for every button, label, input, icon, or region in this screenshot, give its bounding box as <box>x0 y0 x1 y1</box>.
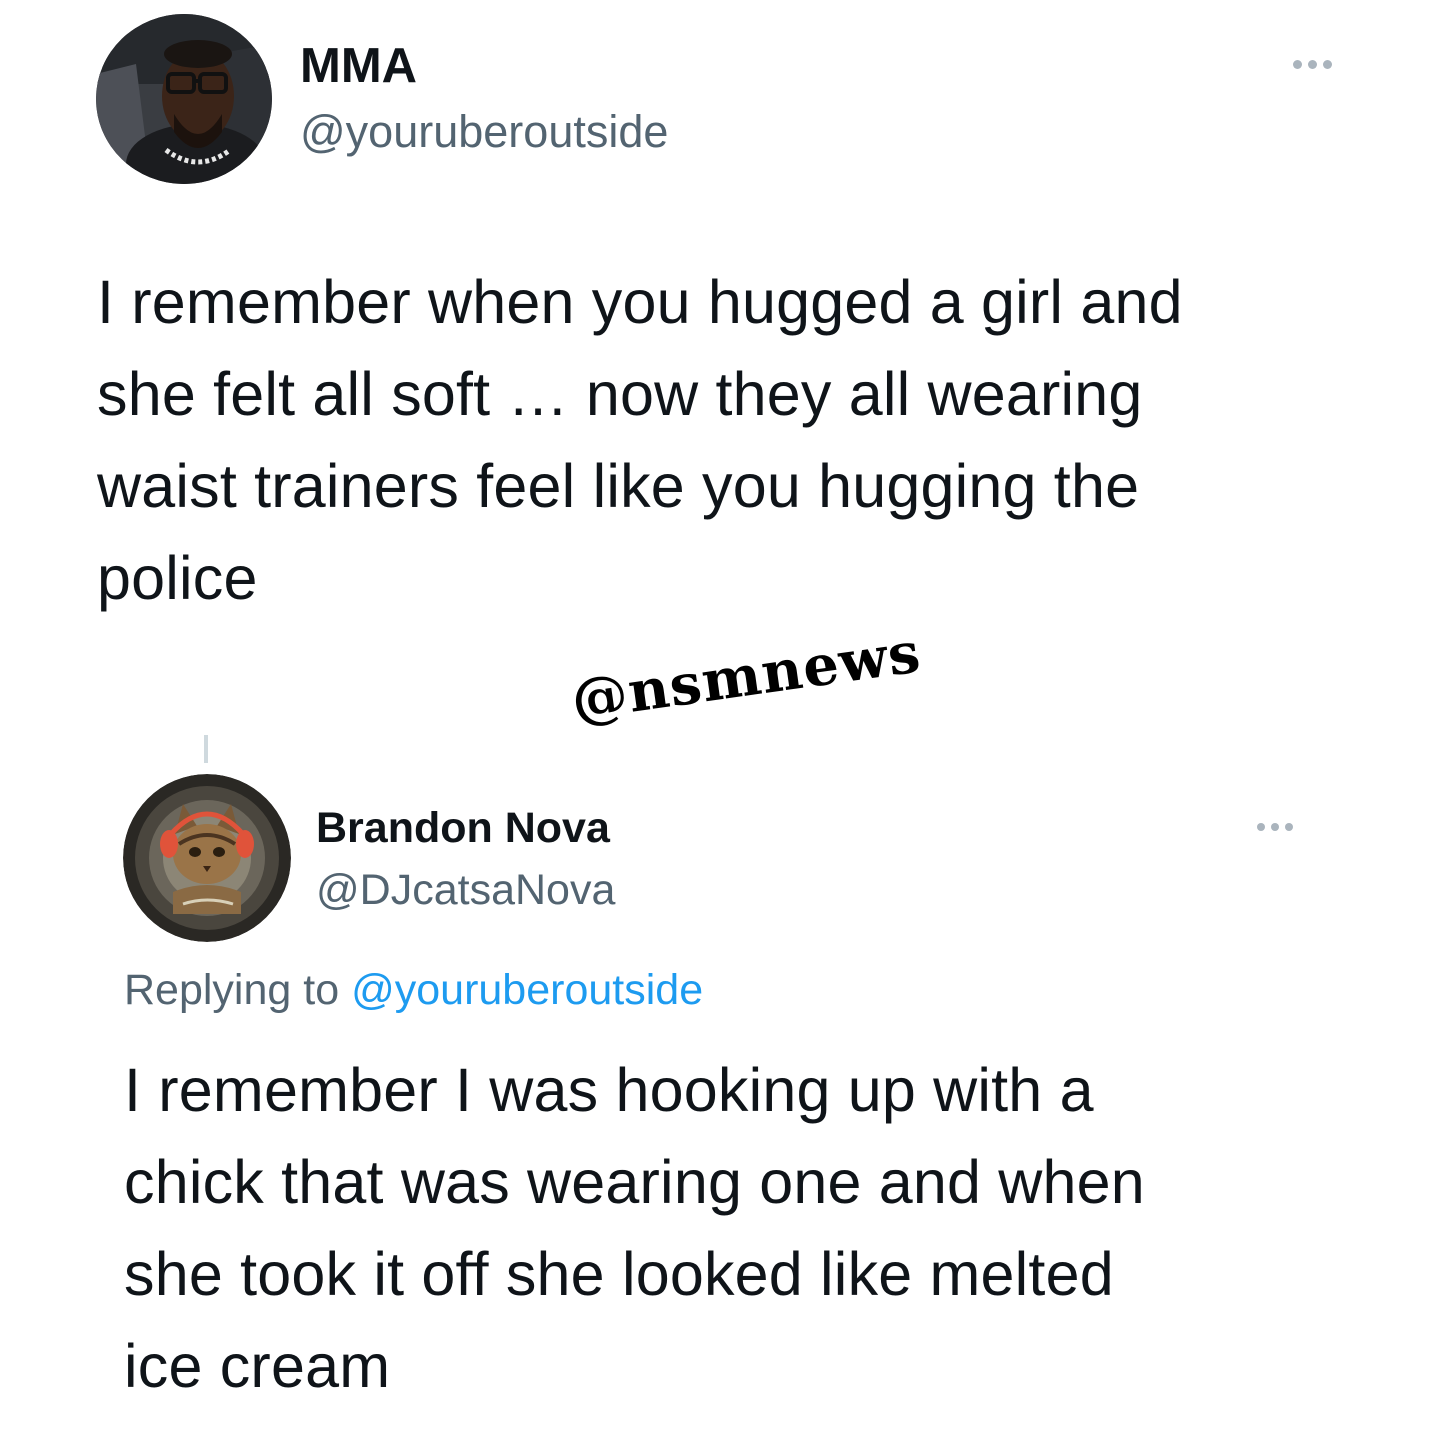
tweet-text-line: chick that was wearing one and when <box>124 1148 1145 1216</box>
tweet-text-line: police <box>97 544 258 612</box>
replying-to-label: Replying to <box>124 966 340 1014</box>
user-handle[interactable]: @youruberoutside <box>300 106 668 158</box>
replying-to-handle-link[interactable]: @youruberoutside <box>351 966 703 1014</box>
reply-tweet-text: I remember I was hooking up with a chick… <box>124 1044 1145 1412</box>
tweet-text-line: I remember when you hugged a girl and <box>97 268 1183 336</box>
profile-photo-icon[interactable] <box>96 14 272 184</box>
watermark: @nsmnews <box>567 619 925 734</box>
dot-icon <box>1285 823 1293 831</box>
dot-icon <box>1271 823 1279 831</box>
tweet-text-line: I remember I was hooking up with a <box>124 1056 1094 1124</box>
more-horizontal-icon[interactable] <box>1257 823 1293 831</box>
user-handle[interactable]: @DJcatsaNova <box>316 866 615 915</box>
more-horizontal-icon[interactable] <box>1293 60 1332 69</box>
tweet-text-line: waist trainers feel like you hugging the <box>97 452 1140 520</box>
dot-icon <box>1308 60 1317 69</box>
tweet-text-line: ice cream <box>124 1332 391 1400</box>
replying-to: Replying to @youruberoutside <box>124 966 703 1015</box>
dot-icon <box>1257 823 1265 831</box>
tweet-text: I remember when you hugged a girl and sh… <box>97 256 1183 624</box>
cat-avatar-icon[interactable] <box>123 774 291 942</box>
display-name[interactable]: MMA <box>300 38 417 94</box>
tweet-text-line: she felt all soft … now they all wearing <box>97 360 1143 428</box>
dot-icon <box>1323 60 1332 69</box>
thread-connector <box>204 735 208 763</box>
display-name[interactable]: Brandon Nova <box>316 804 610 853</box>
dot-icon <box>1293 60 1302 69</box>
tweet-text-line: she took it off she looked like melted <box>124 1240 1114 1308</box>
